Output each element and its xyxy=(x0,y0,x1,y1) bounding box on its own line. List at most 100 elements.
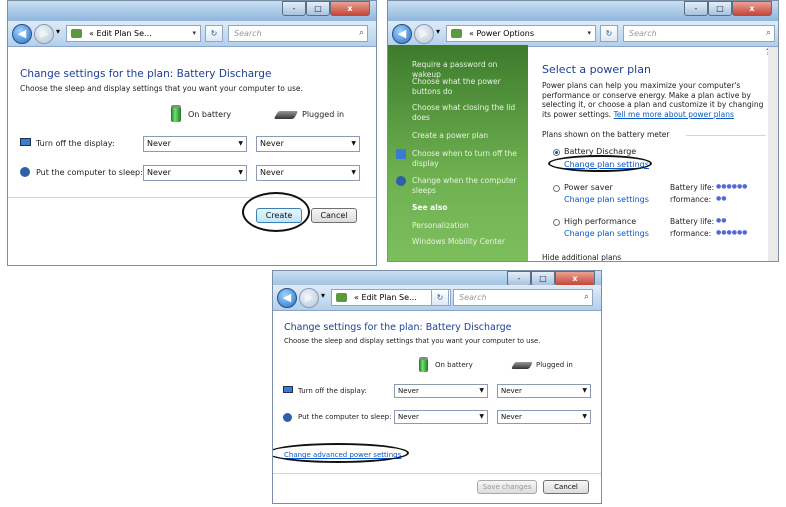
scrollbar[interactable] xyxy=(768,47,778,261)
back-button[interactable]: ◀ xyxy=(277,288,297,308)
performance-label: rformance: xyxy=(670,195,712,204)
display-plugged-in-select[interactable]: Never ▼ xyxy=(256,136,360,152)
refresh-button[interactable]: ↻ xyxy=(431,289,449,306)
maximize-button[interactable]: □ xyxy=(708,1,732,16)
change-plan-settings-link[interactable]: Change plan settings xyxy=(564,229,649,238)
close-button[interactable]: x xyxy=(330,1,370,16)
divider xyxy=(686,135,766,136)
plan-radio-battery-discharge[interactable] xyxy=(553,149,560,156)
sleep-label: Put the computer to sleep: xyxy=(36,168,143,177)
monitor-icon xyxy=(396,149,406,159)
back-button[interactable]: ◀ xyxy=(12,24,32,44)
edit-plan-window-create: - □ x ◀ ▶ ▾ « Edit Plan Se... ▾ ↻ Search… xyxy=(7,0,377,266)
chevron-down-icon[interactable]: ▾ xyxy=(587,26,591,41)
display-on-battery-select[interactable]: Never ▼ xyxy=(394,384,488,398)
search-icon[interactable]: ⌕ xyxy=(766,26,771,41)
battery-life-rating: ●● xyxy=(716,217,727,224)
plan-name: High performance xyxy=(564,217,637,226)
sleep-on-battery-select[interactable]: Never ▼ xyxy=(143,165,247,181)
dropdown-arrow-icon: ▼ xyxy=(351,169,356,176)
divider xyxy=(8,197,376,198)
learn-more-link[interactable]: Tell me more about power plans xyxy=(614,110,734,119)
select-value: Never xyxy=(398,387,419,395)
plan-radio-power-saver[interactable] xyxy=(553,185,560,192)
breadcrumb-text: « Edit Plan Se... xyxy=(354,293,417,302)
forward-button[interactable]: ▶ xyxy=(299,288,319,308)
recent-pages-dropdown-icon[interactable]: ▾ xyxy=(321,291,325,300)
minimize-button[interactable]: - xyxy=(282,1,306,16)
refresh-button[interactable]: ↻ xyxy=(600,25,618,42)
display-on-battery-select[interactable]: Never ▼ xyxy=(143,136,247,152)
search-icon[interactable]: ⌕ xyxy=(584,290,589,305)
caption-buttons: - □ x xyxy=(282,1,370,17)
recent-pages-dropdown-icon[interactable]: ▾ xyxy=(436,27,440,36)
display-label: Turn off the display: xyxy=(36,139,115,148)
search-input[interactable]: Search ⌕ xyxy=(228,25,368,42)
display-label: Turn off the display: xyxy=(298,387,367,395)
moon-icon xyxy=(20,167,30,177)
search-input[interactable]: Search ⌕ xyxy=(453,289,593,306)
highlight-circle xyxy=(548,155,652,172)
sidebar-item-closing-lid[interactable]: Choose what closing the lid does xyxy=(412,103,522,123)
hide-additional-plans[interactable]: Hide additional plans xyxy=(542,253,621,261)
monitor-icon xyxy=(20,138,31,146)
dropdown-arrow-icon: ▼ xyxy=(479,387,484,394)
see-also-heading: See also xyxy=(412,203,448,212)
dropdown-arrow-icon: ▼ xyxy=(238,140,243,147)
sleep-plugged-in-select[interactable]: Never ▼ xyxy=(256,165,360,181)
select-value: Never xyxy=(260,168,284,177)
dropdown-arrow-icon: ▼ xyxy=(582,413,587,420)
maximize-button[interactable]: □ xyxy=(306,1,330,16)
minimize-button[interactable]: - xyxy=(507,271,531,286)
sidebar-item-create-plan[interactable]: Create a power plan xyxy=(412,131,522,141)
breadcrumb-text: « Power Options xyxy=(469,29,535,38)
select-value: Never xyxy=(501,387,522,395)
plan-radio-high-performance[interactable] xyxy=(553,219,560,226)
forward-button[interactable]: ▶ xyxy=(414,24,434,44)
page-subtitle: Choose the sleep and display settings th… xyxy=(284,337,541,345)
breadcrumb[interactable]: « Power Options ▾ xyxy=(446,25,596,42)
maximize-button[interactable]: □ xyxy=(531,271,555,286)
minimize-button[interactable]: - xyxy=(684,1,708,16)
sleep-on-battery-select[interactable]: Never ▼ xyxy=(394,410,488,424)
page-title: Select a power plan xyxy=(542,63,651,76)
plugged-in-label: Plugged in xyxy=(302,110,345,119)
sidebar-item-mobility-center[interactable]: Windows Mobility Center xyxy=(412,237,522,247)
page-title: Change settings for the plan: Battery Di… xyxy=(284,322,512,333)
divider xyxy=(273,473,601,474)
sleep-plugged-in-select[interactable]: Never ▼ xyxy=(497,410,591,424)
cancel-button[interactable]: Cancel xyxy=(543,480,589,494)
search-input[interactable]: Search ⌕ xyxy=(623,25,775,42)
dropdown-arrow-icon: ▼ xyxy=(351,140,356,147)
select-value: Never xyxy=(398,413,419,421)
moon-icon xyxy=(283,413,292,422)
close-button[interactable]: x xyxy=(555,271,595,286)
page-subtitle: Choose the sleep and display settings th… xyxy=(20,84,303,93)
close-button[interactable]: x xyxy=(732,1,772,16)
display-plugged-in-select[interactable]: Never ▼ xyxy=(497,384,591,398)
select-value: Never xyxy=(147,168,171,177)
sidebar-item-turn-off-display[interactable]: Choose when to turn off the display xyxy=(412,149,522,169)
power-options-icon xyxy=(451,29,462,38)
highlight-circle xyxy=(273,443,409,463)
plug-icon xyxy=(273,111,299,119)
moon-icon xyxy=(396,176,406,186)
search-icon[interactable]: ⌕ xyxy=(359,26,364,41)
chevron-down-icon[interactable]: ▾ xyxy=(192,26,196,41)
back-button[interactable]: ◀ xyxy=(392,24,412,44)
on-battery-label: On battery xyxy=(435,361,473,369)
sidebar-item-power-buttons[interactable]: Choose what the power buttons do xyxy=(412,77,522,97)
sidebar-item-personalization[interactable]: Personalization xyxy=(412,221,522,231)
battery-icon xyxy=(419,357,428,372)
save-changes-button[interactable]: Save changes xyxy=(477,480,537,494)
refresh-button[interactable]: ↻ xyxy=(205,25,223,42)
sidebar-item-computer-sleeps[interactable]: Change when the computer sleeps xyxy=(412,176,522,196)
change-plan-settings-link[interactable]: Change plan settings xyxy=(564,195,649,204)
forward-button[interactable]: ▶ xyxy=(34,24,54,44)
cancel-button[interactable]: Cancel xyxy=(311,208,357,223)
search-placeholder: Search xyxy=(234,29,262,38)
breadcrumb[interactable]: « Edit Plan Se... ▾ xyxy=(66,25,201,42)
recent-pages-dropdown-icon[interactable]: ▾ xyxy=(56,27,60,36)
battery-life-label: Battery life: xyxy=(670,217,715,226)
select-value: Never xyxy=(501,413,522,421)
